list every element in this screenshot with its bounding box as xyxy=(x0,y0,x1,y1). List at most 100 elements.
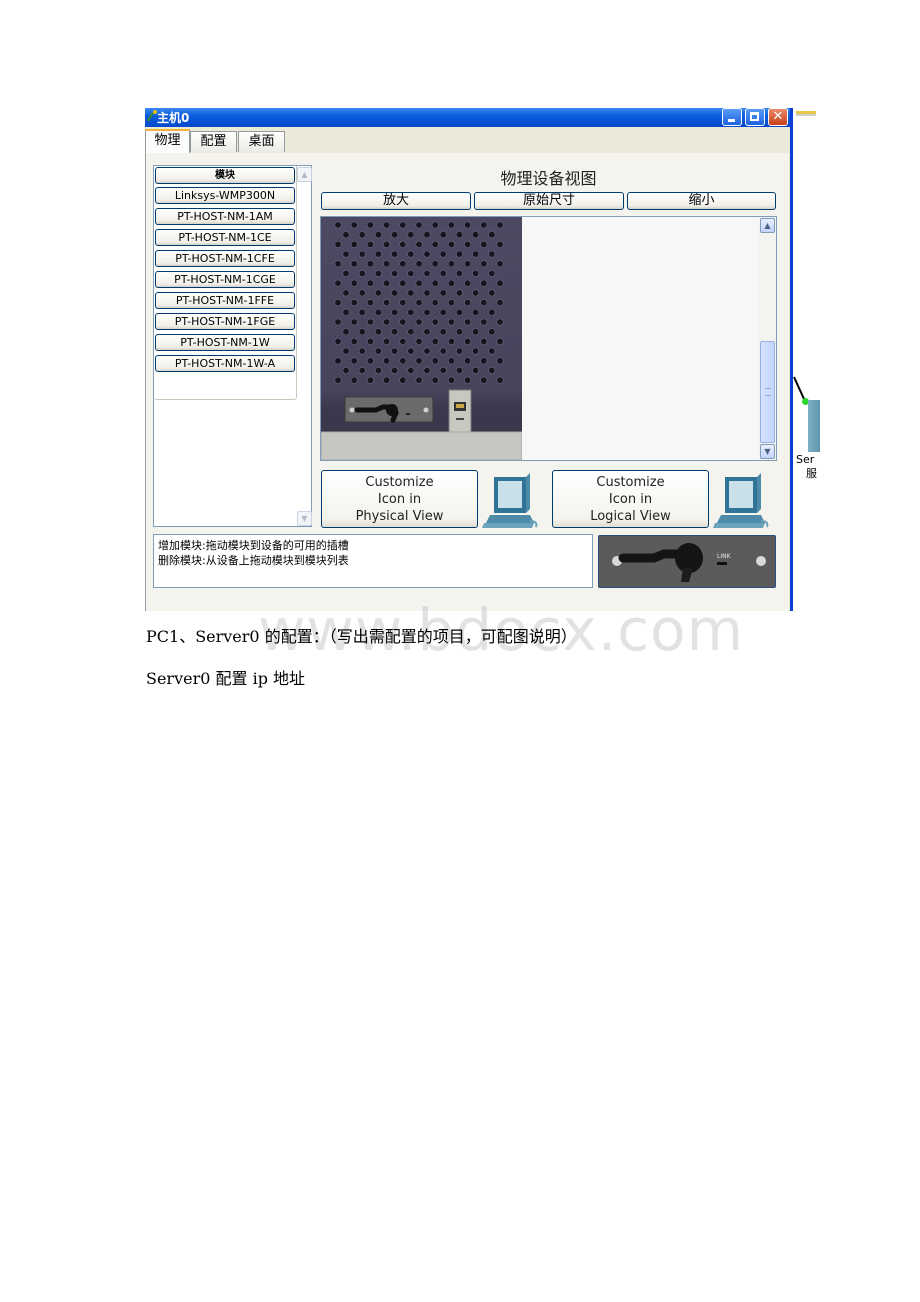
vent-hole xyxy=(342,308,350,316)
zoom-in-button[interactable]: 放大 xyxy=(321,192,471,210)
tab-config[interactable]: 配置 xyxy=(190,131,237,152)
close-button[interactable]: ✕ xyxy=(768,108,788,126)
screw-icon xyxy=(756,556,766,566)
zoom-out-button[interactable]: 缩小 xyxy=(627,192,776,210)
module-item[interactable]: PT-HOST-NM-1CE xyxy=(155,229,295,246)
list-scroll-up-button[interactable]: ▲ xyxy=(297,167,312,182)
link-led xyxy=(717,562,727,565)
vent-hole xyxy=(464,279,472,287)
vent-hole xyxy=(391,231,399,239)
vent-hole xyxy=(439,308,447,316)
maximize-button[interactable] xyxy=(745,108,765,126)
module-item[interactable]: PT-HOST-NM-1FGE xyxy=(155,313,295,330)
vent-hole xyxy=(439,231,447,239)
vent-hole xyxy=(496,240,504,248)
original-size-button[interactable]: 原始尺寸 xyxy=(474,192,624,210)
view-scroll-up-button[interactable]: ▲ xyxy=(760,218,775,233)
vent-hole xyxy=(423,308,431,316)
vent-hole xyxy=(342,328,350,336)
vent-hole xyxy=(399,376,407,384)
vent-hole xyxy=(342,231,350,239)
module-item[interactable]: PT-HOST-NM-1AM xyxy=(155,208,295,225)
background-workspace xyxy=(793,108,920,611)
module-item[interactable]: PT-HOST-NM-1CGE xyxy=(155,271,295,288)
vent-hole xyxy=(350,260,358,268)
vent-hole xyxy=(447,376,455,384)
vent-hole xyxy=(366,240,374,248)
vent-hole xyxy=(334,337,342,345)
vent-hole xyxy=(350,337,358,345)
vent-hole xyxy=(439,289,447,297)
link-label: LINK xyxy=(717,553,732,560)
physical-view-title: 物理设备视图 xyxy=(500,169,597,188)
vent-hole xyxy=(480,337,488,345)
vent-hole xyxy=(472,250,480,258)
vent-hole xyxy=(488,231,496,239)
wireless-module-image: LINK xyxy=(612,543,766,582)
vent-hole xyxy=(423,367,431,375)
vent-hole xyxy=(374,250,382,258)
module-list-header[interactable]: 模块 xyxy=(155,167,295,184)
vent-hole xyxy=(496,318,504,326)
vent-hole xyxy=(399,299,407,307)
pc-rear-panel-image[interactable] xyxy=(321,217,522,460)
vent-hole xyxy=(366,318,374,326)
vent-hole xyxy=(350,357,358,365)
view-vertical-scrollbar[interactable]: ▲ ▼ xyxy=(759,217,776,460)
module-item[interactable]: Linksys-WMP300N xyxy=(155,187,295,204)
vent-hole xyxy=(350,299,358,307)
vent-hole xyxy=(383,299,391,307)
vent-hole xyxy=(415,376,423,384)
tab-desktop[interactable]: 桌面 xyxy=(238,131,285,152)
vent-hole xyxy=(423,269,431,277)
vent-hole xyxy=(383,221,391,229)
server-device-icon[interactable] xyxy=(808,400,820,452)
vent-hole xyxy=(334,221,342,229)
vent-hole xyxy=(407,328,415,336)
vent-hole xyxy=(391,250,399,258)
vent-hole xyxy=(334,376,342,384)
vent-hole xyxy=(480,299,488,307)
vent-hole xyxy=(407,250,415,258)
module-item[interactable]: PT-HOST-NM-1CFE xyxy=(155,250,295,267)
module-item[interactable]: PT-HOST-NM-1W-A xyxy=(155,355,295,372)
physical-device-view[interactable]: ▲ ▼ xyxy=(320,216,777,461)
button-label-line: Customize xyxy=(596,475,665,490)
title-bar[interactable]: 主机0 ✕ xyxy=(145,108,790,127)
minimize-icon xyxy=(728,119,735,122)
tab-physical[interactable]: 物理 xyxy=(145,129,190,153)
customize-logical-icon-button[interactable]: Customize Icon in Logical View xyxy=(552,470,709,528)
vent-hole xyxy=(374,269,382,277)
module-item[interactable]: PT-HOST-NM-1FFE xyxy=(155,292,295,309)
vent-hole xyxy=(350,318,358,326)
vent-hole xyxy=(407,289,415,297)
module-list[interactable]: 模块 Linksys-WMP300N PT-HOST-NM-1AM PT-HOS… xyxy=(153,165,312,527)
vent-hole xyxy=(415,337,423,345)
vent-hole xyxy=(447,299,455,307)
vent-hole xyxy=(480,240,488,248)
minimize-button[interactable] xyxy=(722,108,742,126)
vent-hole xyxy=(447,221,455,229)
vent-hole xyxy=(464,260,472,268)
vent-hole xyxy=(431,376,439,384)
vent-hole xyxy=(407,269,415,277)
vent-hole xyxy=(366,299,374,307)
vent-hole xyxy=(358,308,366,316)
view-scroll-down-button[interactable]: ▼ xyxy=(760,444,775,459)
vent-hole xyxy=(455,289,463,297)
vent-hole xyxy=(464,221,472,229)
vent-hole xyxy=(334,318,342,326)
port-led xyxy=(456,418,464,420)
vent-hole xyxy=(415,279,423,287)
vent-hole xyxy=(350,240,358,248)
link-led xyxy=(406,413,410,415)
view-scroll-thumb[interactable] xyxy=(760,341,775,443)
vent-hole xyxy=(472,347,480,355)
vent-hole xyxy=(374,347,382,355)
module-item[interactable]: PT-HOST-NM-1W xyxy=(155,334,295,351)
vent-hole xyxy=(472,289,480,297)
customize-physical-icon-button[interactable]: Customize Icon in Physical View xyxy=(321,470,478,528)
vent-hole xyxy=(374,367,382,375)
list-scroll-down-button[interactable]: ▼ xyxy=(297,511,312,526)
document-paragraph: Server0 配置 ip 地址 xyxy=(146,669,306,688)
